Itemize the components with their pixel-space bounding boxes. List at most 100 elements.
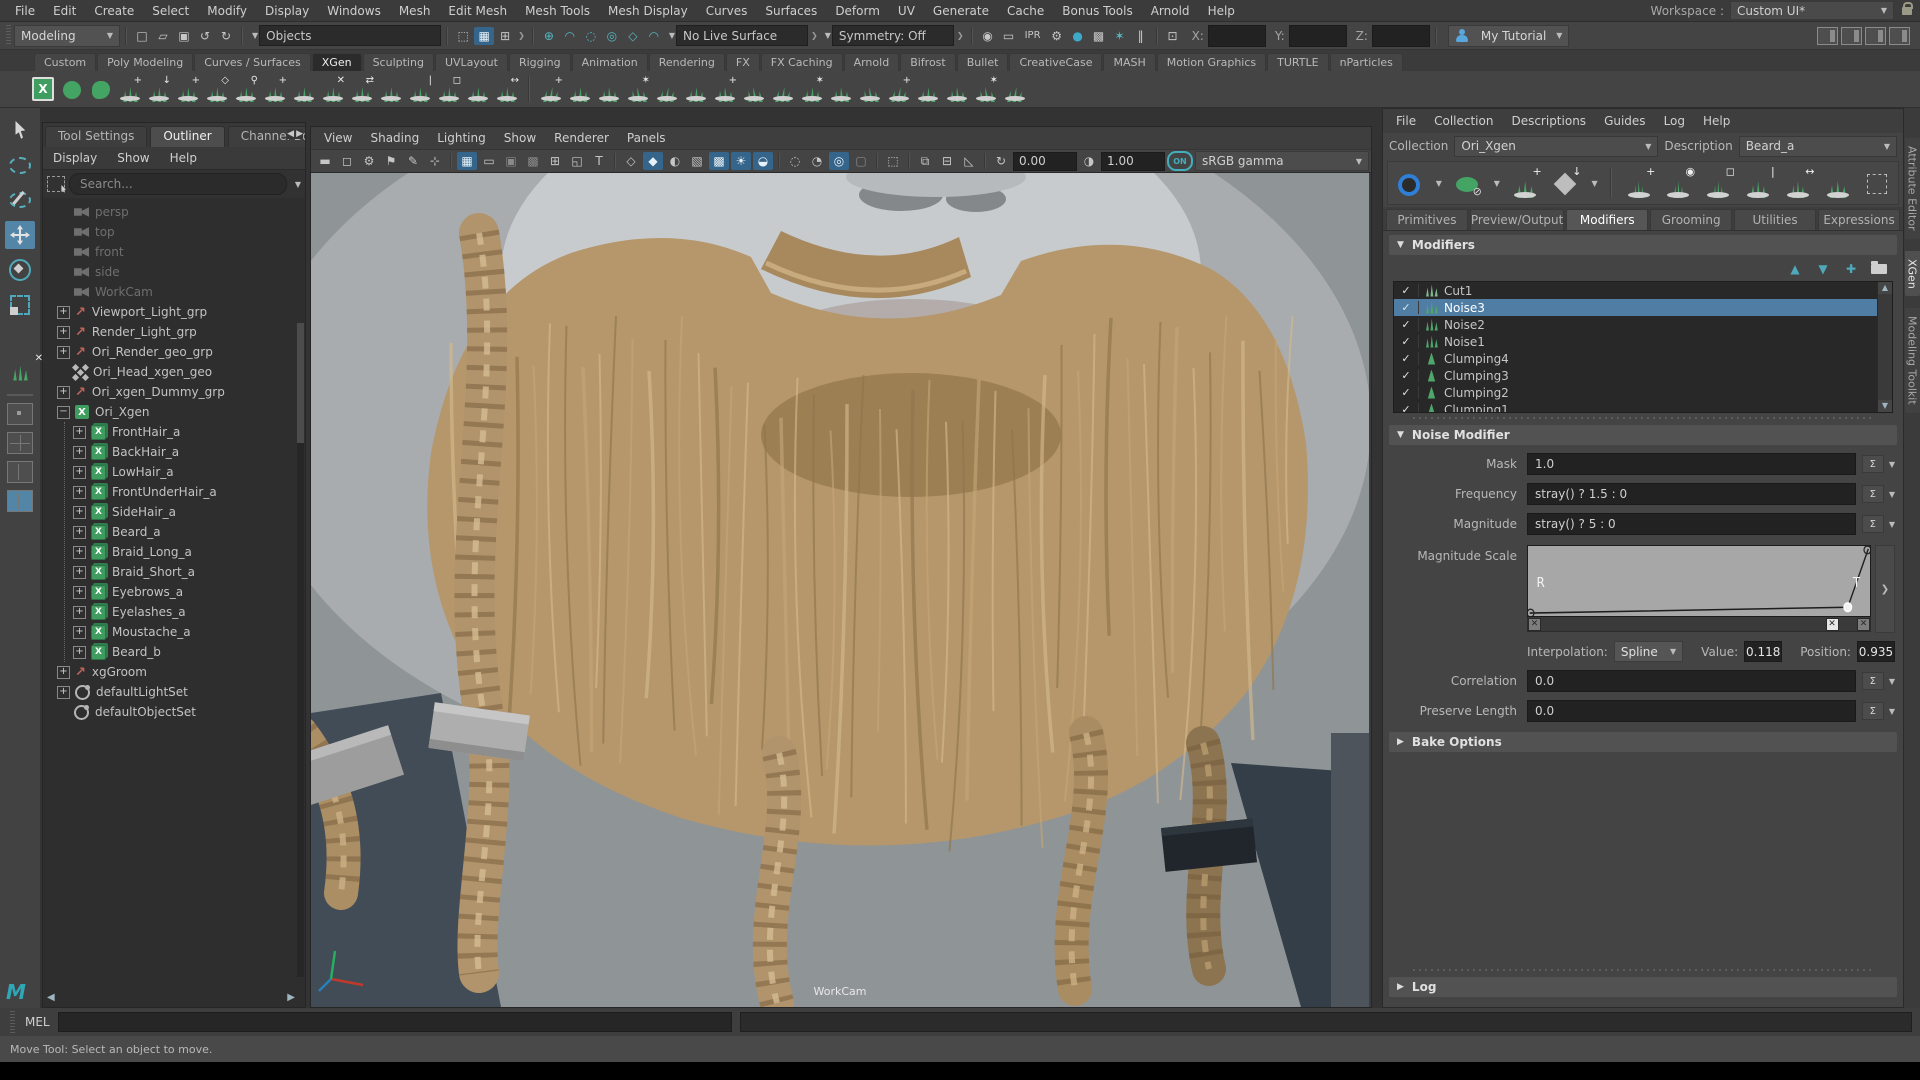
multisample-icon[interactable] [829, 152, 849, 170]
scale-tool-button[interactable] [5, 291, 35, 319]
wireframe-on-shaded-icon[interactable] [665, 152, 685, 170]
outliner-item-ori_render_geo_grp[interactable]: +Ori_Render_geo_grp [43, 342, 305, 362]
toolbar-grip[interactable] [10, 1011, 15, 1033]
xgen-shelf-tool-icon[interactable] [770, 76, 796, 102]
expression-editor-icon[interactable]: Σ [1862, 485, 1884, 503]
chevron-down-icon[interactable]: ▼ [252, 31, 258, 40]
menu-cache[interactable]: Cache [998, 4, 1053, 18]
occlusion-icon[interactable] [785, 152, 805, 170]
expand-icon[interactable]: + [73, 466, 86, 479]
snap-grid-icon[interactable] [539, 27, 559, 45]
expand-icon[interactable]: + [73, 526, 86, 539]
xgen-shelf-tool-icon[interactable]: ↓ [146, 76, 172, 102]
expand-icon[interactable]: + [73, 546, 86, 559]
paint-effects-icon[interactable] [1110, 27, 1130, 45]
xgen-tab-preview-output[interactable]: Preview/Output [1470, 209, 1564, 230]
xgen-shelf-tool-icon[interactable] [378, 76, 404, 102]
expand-icon[interactable]: + [57, 346, 70, 359]
depth-peeling-icon[interactable] [851, 152, 871, 170]
ramp-key-icon[interactable]: ✕ [1528, 618, 1541, 631]
toggle-channelbox-icon[interactable] [1865, 27, 1886, 45]
symmetry-field[interactable]: Symmetry: Off [832, 25, 954, 46]
chevron-down-icon[interactable]: ▼ [825, 31, 831, 40]
xgen-groom-tool-button[interactable]: ✕ [5, 359, 35, 387]
expand-icon[interactable]: + [57, 326, 70, 339]
viewport-menu-shading[interactable]: Shading [361, 131, 428, 145]
shelf-tab-sculpting[interactable]: Sculpting [363, 53, 434, 71]
xgen-shelf-tool-icon[interactable]: | [407, 76, 433, 102]
chevron-down-icon[interactable]: ▼ [1889, 677, 1895, 686]
chevron-down-icon[interactable]: ▼ [295, 180, 301, 189]
layout-four-pane-button[interactable] [7, 432, 33, 454]
outliner-item-ori_head_xgen_geo[interactable]: Ori_Head_xgen_geo [43, 362, 305, 382]
toolbar-grip[interactable] [6, 25, 11, 46]
bake-options-header[interactable]: ▶ Bake Options [1389, 732, 1897, 752]
xray-icon[interactable] [915, 152, 935, 170]
modifier-checkbox[interactable]: ✓ [1394, 318, 1419, 331]
outliner-item-beard_b[interactable]: +Beard_b [43, 642, 305, 662]
side-tab-xgen[interactable]: XGen [1905, 251, 1920, 297]
resolution-gate-icon[interactable] [501, 152, 521, 170]
rotate-tool-button[interactable] [5, 256, 35, 284]
toggle-workspace-icon[interactable] [1889, 27, 1910, 45]
shelf-tab-poly-modeling[interactable]: Poly Modeling [97, 53, 193, 71]
menu-set-selector[interactable]: Modeling▼ [14, 25, 120, 47]
camera-attributes-icon[interactable] [359, 152, 379, 170]
outliner-item-front[interactable]: front [43, 242, 305, 262]
xgen-shelf-tool-icon[interactable]: ◻ [436, 76, 462, 102]
expand-icon[interactable]: + [73, 626, 86, 639]
isolate-select-icon[interactable] [883, 152, 903, 170]
toggle-toolbox-icon[interactable] [1841, 27, 1862, 45]
snap-point-icon[interactable] [581, 27, 601, 45]
xgen-shelf-tool-icon[interactable] [944, 76, 970, 102]
outliner-item-workcam[interactable]: WorkCam [43, 282, 305, 302]
preserve-length-field[interactable]: 0.0 [1527, 700, 1856, 722]
menu-uv[interactable]: UV [889, 4, 924, 18]
outliner-item-sidehair_a[interactable]: +SideHair_a [43, 502, 305, 522]
xgen-shelf-tool-icon[interactable]: ✶ [625, 76, 651, 102]
contrast-icon[interactable] [1079, 152, 1099, 170]
scroll-up-icon[interactable]: ▲ [1878, 282, 1892, 294]
menu-deform[interactable]: Deform [826, 4, 889, 18]
outliner-menu-show[interactable]: Show [107, 151, 159, 165]
menu-mesh-tools[interactable]: Mesh Tools [516, 4, 599, 18]
xgen-shelf-tool-icon[interactable]: ◇ [204, 76, 230, 102]
xgen-shelf-tool-icon[interactable]: + [175, 76, 201, 102]
gate-mask-icon[interactable] [523, 152, 543, 170]
shelf-tab-mash[interactable]: MASH [1103, 53, 1155, 71]
menu-edit[interactable]: Edit [44, 4, 85, 18]
move-modifier-up-icon[interactable]: ▲ [1785, 261, 1805, 277]
panel-tab-outliner[interactable]: Outliner [150, 126, 224, 147]
xgen-shelf-tool-icon[interactable]: ✶ [799, 76, 825, 102]
render-current-frame-icon[interactable] [999, 27, 1019, 45]
side-tab-modeling-toolkit[interactable]: Modeling Toolkit [1905, 308, 1920, 413]
mel-result-field[interactable] [740, 1012, 1912, 1032]
coordinate-mode-icon[interactable] [1163, 27, 1183, 45]
xray-joints-icon[interactable] [937, 152, 957, 170]
menu-mesh[interactable]: Mesh [390, 4, 440, 18]
expand-arrow-icon[interactable]: ❯ [957, 31, 964, 40]
expand-icon[interactable]: + [73, 606, 86, 619]
menu-edit-mesh[interactable]: Edit Mesh [439, 4, 516, 18]
workspace-lock-icon[interactable] [1902, 7, 1912, 15]
menu-modify[interactable]: Modify [198, 4, 256, 18]
modifier-checkbox[interactable]: ✓ [1394, 335, 1419, 348]
add-guide-icon[interactable]: + [1624, 168, 1654, 198]
search-input[interactable] [69, 173, 287, 195]
paint-select-tool-button[interactable] [5, 186, 35, 214]
smooth-shade-icon[interactable] [643, 152, 663, 170]
xgen-shelf-tool-icon[interactable] [88, 76, 114, 102]
modifier-item-clumping2[interactable]: ✓Clumping2 [1394, 384, 1892, 401]
noise-section-header[interactable]: ▼ Noise Modifier [1389, 425, 1897, 445]
menu-surfaces[interactable]: Surfaces [756, 4, 826, 18]
move-modifier-down-icon[interactable]: ▼ [1813, 261, 1833, 277]
expand-icon[interactable]: + [57, 306, 70, 319]
camera-lock-icon[interactable] [337, 152, 357, 170]
value-field[interactable]: 0.118 [1744, 641, 1782, 662]
select-component-icon[interactable] [495, 27, 515, 45]
xgen-shelf-tool-icon[interactable] [291, 76, 317, 102]
pause-viewport-icon[interactable] [1131, 27, 1151, 45]
gamma-field[interactable]: 1.00 [1101, 152, 1165, 171]
expand-icon[interactable]: + [73, 486, 86, 499]
expand-icon[interactable]: + [57, 666, 70, 679]
